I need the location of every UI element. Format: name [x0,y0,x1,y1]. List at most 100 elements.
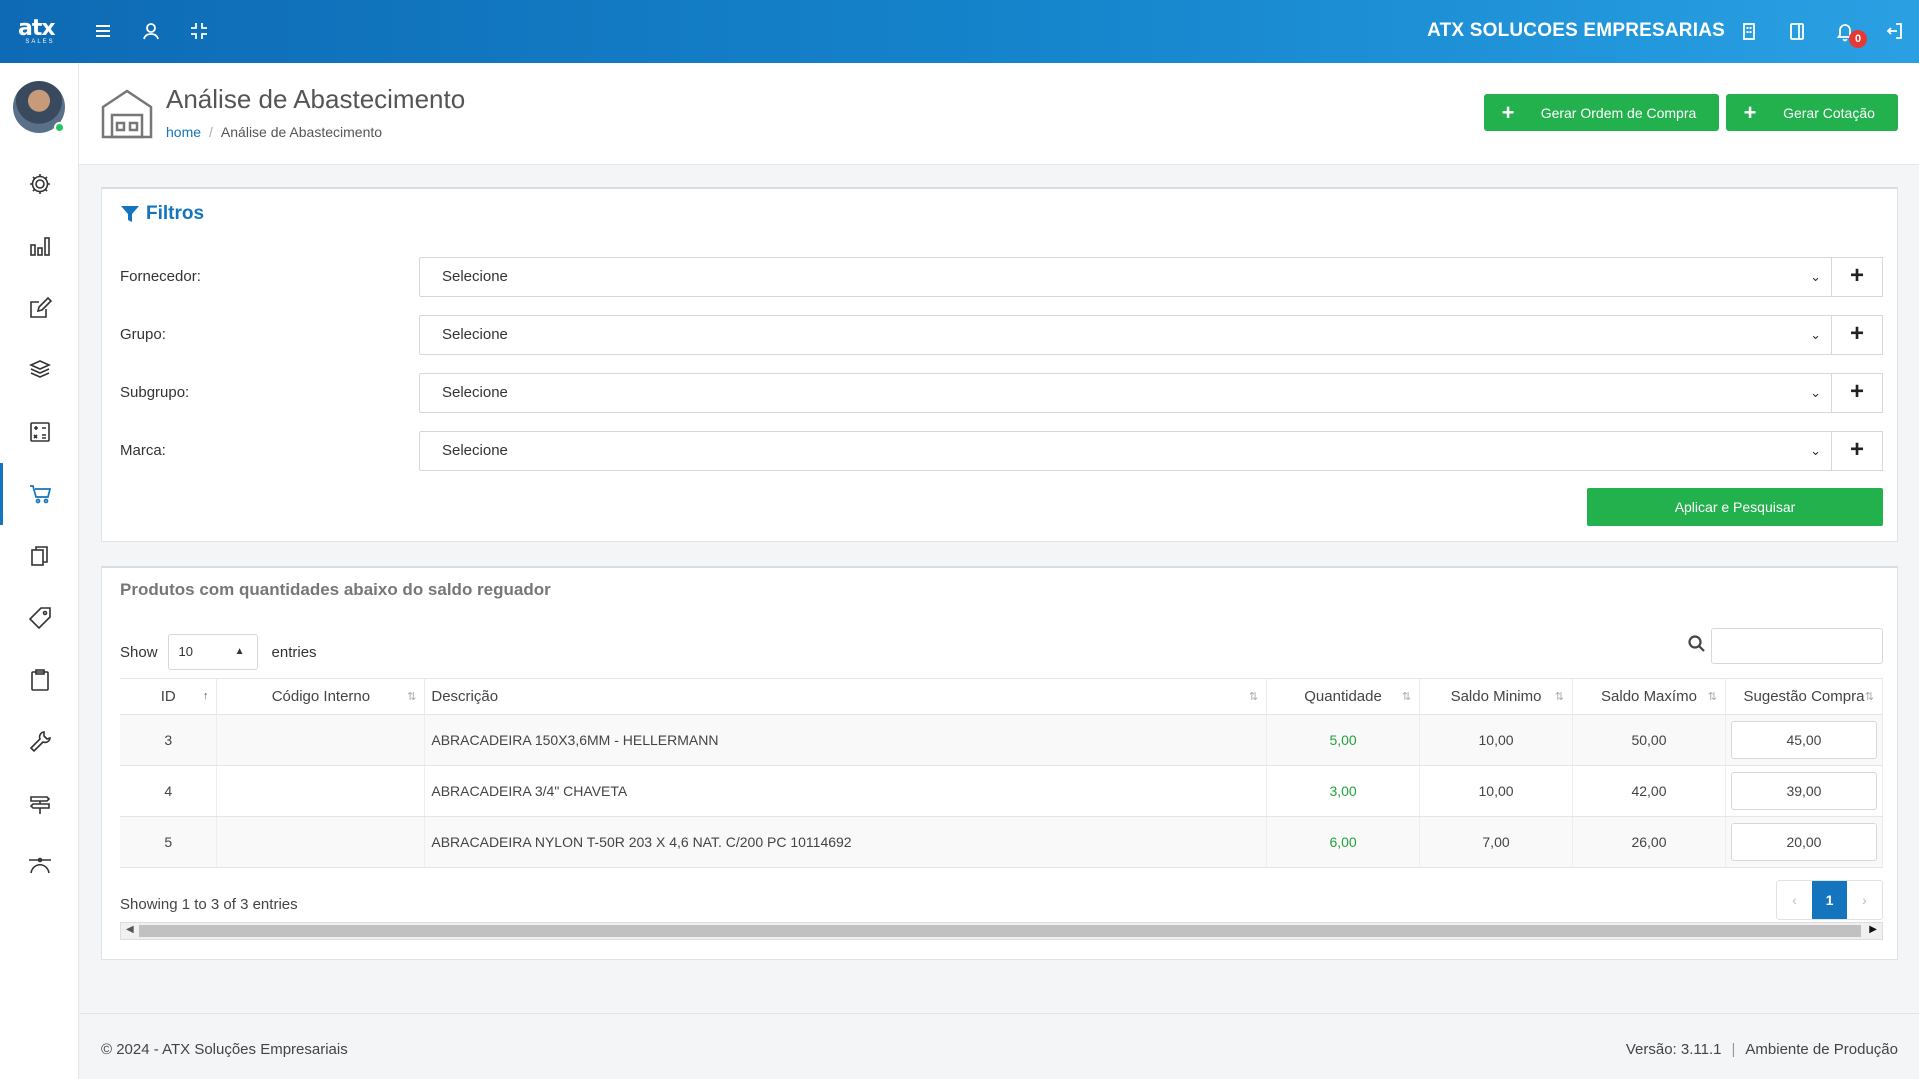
sidebar-item-routes[interactable] [0,835,79,897]
breadcrumb-current: Análise de Abastecimento [220,124,383,140]
building-icon[interactable] [1738,20,1760,42]
chevron-down-icon: ⌄ [1810,327,1821,342]
logo[interactable]: atx SALES [18,18,62,46]
search-input[interactable] [1711,628,1883,664]
breadcrumb: home / Análise de Abastecimento [166,124,383,140]
chevron-down-icon: ⌄ [1810,269,1821,284]
tag-icon [28,607,51,630]
logo-sub: SALES [25,39,55,45]
sugestao-compra-input[interactable]: 45,00 [1730,721,1877,759]
col-saldo-maximo[interactable]: Saldo Maxímo ⇅ [1572,678,1726,715]
table-title: Produtos com quantidades abaixo do saldo… [120,580,551,599]
bar-chart-icon [29,237,50,256]
plus-icon: + [1743,99,1757,125]
sidebar-item-calculator[interactable] [0,401,79,463]
fornecedor-select[interactable]: Selecione ⌄ [419,257,1832,297]
page-header: Análise de Abastecimento home / Análise de… [79,63,1919,165]
sidebar-item-documents[interactable] [0,525,79,587]
bell-icon[interactable]: 0 [1834,20,1870,48]
warehouse-icon [99,85,155,141]
sidebar-item-reports[interactable] [0,215,79,277]
plus-icon: + [1501,99,1515,125]
grupo-select[interactable]: Selecione ⌄ [419,315,1832,355]
boxes-icon [28,360,51,378]
sidebar-item-purchases[interactable] [0,463,79,525]
edit-icon [29,296,52,318]
sidebar-item-settings[interactable] [0,153,79,215]
scroll-left-icon[interactable]: ◀ [126,924,134,935]
add-grupo-button[interactable]: + [1831,315,1883,355]
clipboard-icon [30,669,49,691]
menu-icon[interactable] [92,20,114,42]
add-marca-button[interactable]: + [1831,431,1883,471]
col-descricao[interactable]: Descrição ⇅ [424,678,1268,715]
footer-right: Versão: 3.11.1 | Ambiente de Produção [1625,1041,1898,1058]
col-quantidade[interactable]: Quantidade ⇅ [1266,678,1421,715]
sidebar [0,63,79,1079]
sidebar-item-orders[interactable] [0,649,79,711]
table-row: 4 ABRACADEIRA 3/4" CHAVETA 3,00 10,00 42… [120,765,1884,817]
online-status-dot [54,122,65,133]
add-fornecedor-button[interactable]: + [1831,257,1883,297]
page-title: Análise de Abastecimento [166,84,466,114]
logo-word: atx [18,16,56,41]
grupo-label: Grupo: [120,326,166,343]
wrench-icon [29,731,51,753]
subgrupo-label: Subgrupo: [120,384,190,401]
gear-icon [29,174,50,194]
sidebar-item-products[interactable] [0,339,79,401]
marca-select[interactable]: Selecione ⌄ [419,431,1832,471]
top-bar: atx SALES ATX SOLUCOES EMPRESARIAS 0 [0,0,1919,63]
sort-arrows-icon: ▲ [234,646,245,657]
chevron-down-icon: ⌄ [1810,443,1821,458]
products-table: ID ↑ Código Interno ⇅ Descrição ⇅ Quantidad… [120,678,1884,868]
user-icon[interactable] [140,20,162,42]
copyright: © 2024 - ATX Soluções Empresariais [101,1041,348,1058]
marca-label: Marca: [120,442,166,459]
col-saldo-minimo[interactable]: Saldo Minimo ⇅ [1419,678,1573,715]
col-sugestao-compra[interactable]: Sugestão Compra ⇅ [1725,678,1884,715]
breadcrumb-home[interactable]: home [166,124,201,140]
documents-icon [30,546,48,566]
sidebar-item-tags[interactable] [0,587,79,649]
next-page-button[interactable]: › [1847,881,1882,919]
previous-page-button[interactable]: ‹ [1777,881,1812,919]
sugestao-compra-input[interactable]: 39,00 [1730,772,1877,810]
table-header-row: ID ↑ Código Interno ⇅ Descrição ⇅ Quantidad… [120,678,1884,715]
gerar-cotacao-button[interactable]: + Gerar Cotação [1726,94,1898,131]
table-row: 5 ABRACADEIRA NYLON T-50R 203 X 4,6 NAT.… [120,816,1884,868]
scrollbar-thumb[interactable] [139,925,1861,937]
footer: © 2024 - ATX Soluções Empresariais Versã… [79,1013,1919,1079]
sidebar-item-edit[interactable] [0,277,79,339]
sugestao-compra-input[interactable]: 20,00 [1730,823,1877,861]
avatar[interactable] [13,81,65,133]
compress-icon[interactable] [188,20,210,42]
company-name: ATX SOLUCOES EMPRESARIAS [1427,20,1725,41]
scroll-right-icon[interactable]: ▶ [1869,924,1877,935]
aplicar-pesquisar-button[interactable]: Aplicar e Pesquisar [1587,488,1883,526]
panel-icon[interactable] [1786,20,1808,42]
chevron-down-icon: ⌄ [1810,385,1821,400]
sidebar-item-signpost[interactable] [0,773,79,835]
notification-badge: 0 [1849,30,1867,48]
cart-icon [30,485,52,504]
fornecedor-label: Fornecedor: [120,268,201,285]
environment: Ambiente de Produção [1745,1041,1898,1058]
gerar-ordem-compra-button[interactable]: + Gerar Ordem de Compra [1484,94,1719,131]
logout-icon[interactable] [1884,20,1906,42]
products-card: Produtos com quantidades abaixo do saldo… [101,566,1898,960]
filters-card: Filtros Fornecedor: Selecione ⌄ + Grupo: … [101,187,1898,542]
add-subgrupo-button[interactable]: + [1831,373,1883,413]
filter-icon [121,206,139,222]
sidebar-item-tools[interactable] [0,711,79,773]
col-codigo-interno[interactable]: Código Interno ⇅ [216,678,426,715]
signpost-icon [29,796,50,814]
showing-info: Showing 1 to 3 of 3 entries [120,896,298,913]
page-length-select[interactable]: 10 ▲ [167,634,258,670]
horizontal-scrollbar[interactable]: ◀ ▶ [120,922,1883,940]
search-icon [1687,634,1707,654]
subgrupo-select[interactable]: Selecione ⌄ [419,373,1832,413]
version: Versão: 3.11.1 [1625,1041,1722,1058]
col-id[interactable]: ID ↑ [120,678,218,715]
page-1-button[interactable]: 1 [1812,881,1847,919]
